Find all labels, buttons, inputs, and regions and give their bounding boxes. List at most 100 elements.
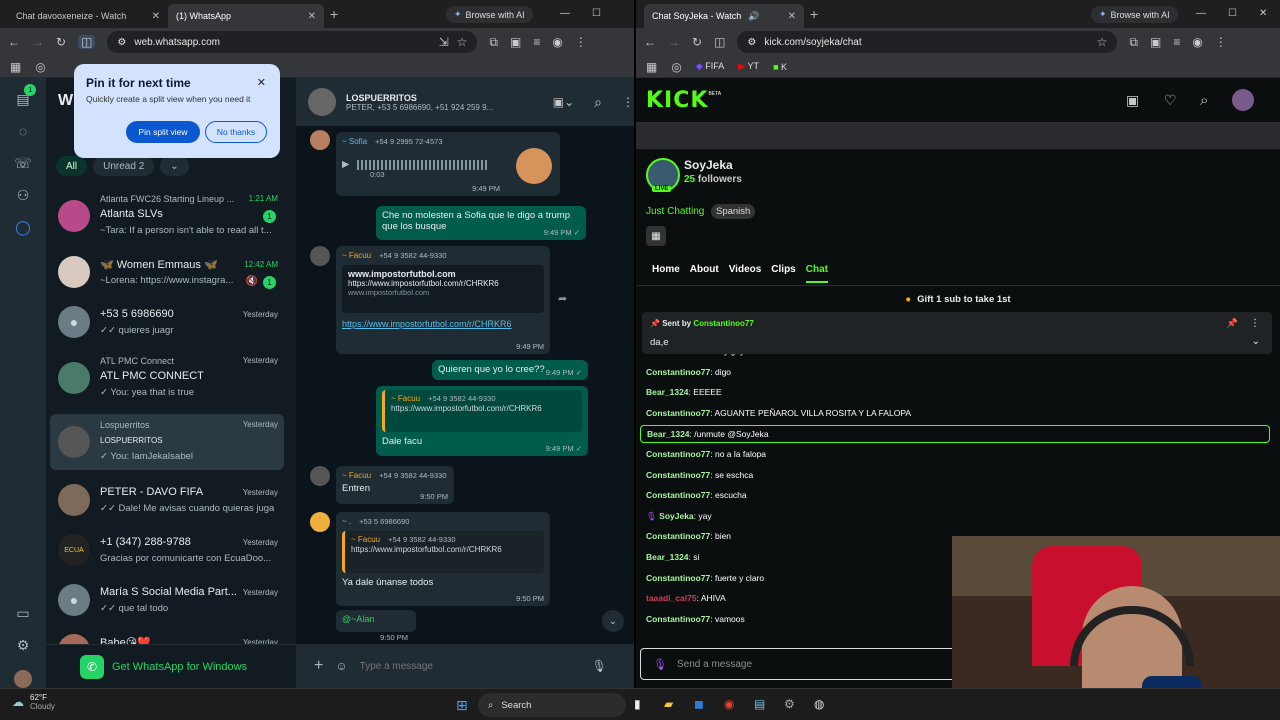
outlook-icon[interactable]: ◼ [694,697,704,711]
apps-grid-icon[interactable]: ▦ [646,61,657,73]
chat-username[interactable]: Constantinoo77 [646,367,710,377]
language-tag[interactable]: Spanish [711,204,756,219]
chat-username[interactable]: SoyJeka [659,511,694,521]
site-info-icon[interactable]: ⚙ [747,37,756,48]
chat-username[interactable]: Constantinoo77 [646,449,710,459]
obs-icon[interactable]: ◍ [814,697,824,711]
forward-icon[interactable]: → [32,36,44,48]
globe-icon[interactable]: ◎ [671,61,681,73]
chat-input-placeholder[interactable]: Send a message [677,659,752,670]
forward-icon[interactable]: → [668,36,680,48]
tab-whatsapp[interactable]: ✆ (1) WhatsApp ✕ [168,4,634,688]
close-window-icon[interactable]: ✕ [1259,8,1267,19]
chat-item[interactable]: ECUA +1 (347) 288-9788 Gracias por comun… [50,522,284,578]
minimize-icon[interactable]: — [560,8,570,19]
bookmark-star-icon[interactable]: ☆ [457,36,468,48]
reading-list-icon[interactable]: ≡ [533,36,540,48]
close-tab-icon[interactable]: ✕ [308,11,316,22]
back-icon[interactable]: ← [644,36,656,48]
gift-icon[interactable]: ▦ [646,226,666,246]
maximize-icon[interactable]: ☐ [1228,8,1237,19]
play-icon[interactable]: ▶ [342,159,349,170]
browse-with-ai-button[interactable]: ✦ Browse with AI [446,6,533,23]
communities-icon[interactable]: ⚇ [17,188,30,202]
channels-icon[interactable]: ☏ [14,156,32,170]
apps-grid-icon[interactable]: ▦ [10,61,21,73]
tab-about[interactable]: About [690,264,719,283]
new-tab-icon[interactable]: + [330,6,338,22]
tab-search-icon[interactable]: ▣ [510,36,521,48]
new-tab-icon[interactable]: + [810,6,818,22]
notepad-icon[interactable]: ▤ [754,697,765,711]
split-view-icon[interactable]: ◫ [714,36,725,48]
close-tab-icon[interactable]: ✕ [152,11,160,22]
chat-username[interactable]: Bear_1324 [646,387,689,397]
emoji-icon[interactable]: ☺ [335,660,347,672]
category-link[interactable]: Just Chatting [646,206,704,217]
maximize-icon[interactable]: ☐ [592,8,601,19]
extensions-icon[interactable]: ⧉ [1129,36,1138,48]
install-icon[interactable]: ⇲ [439,36,449,48]
clip-icon[interactable]: ▣ [1126,93,1139,107]
close-tab-icon[interactable]: ✕ [788,11,796,22]
extensions-icon[interactable]: ⧉ [489,36,498,48]
forward-icon[interactable]: ➦ [558,292,567,305]
chat-item[interactable]: ● +53 5 6986690 ✓✓ quieres juagr Yesterd… [50,294,284,350]
menu-icon[interactable]: ⋮ [575,36,587,48]
browse-with-ai-button[interactable]: ✦ Browse with AI [1091,6,1178,23]
attach-plus-icon[interactable]: + [314,658,323,674]
chat-username[interactable]: Bear_1324 [646,552,689,562]
settings-gear-icon[interactable]: ⚙ [784,697,795,711]
chat-username[interactable]: taaadi_cal75 [646,593,697,603]
globe-icon[interactable]: ◎ [35,61,45,73]
chat-username[interactable]: Bear_1324 [647,429,690,439]
video-call-icon[interactable]: ▣⌄ [553,96,574,108]
chat-username[interactable]: Constantinoo77 [646,354,710,356]
filter-more[interactable]: ⌄ [160,156,189,176]
address-bar[interactable]: ⚙ kick.com/soyjeka/chat ☆ [737,31,1118,53]
more-icon[interactable]: ⋮ [1250,318,1260,329]
conversation-header[interactable]: LOSPUERRITOS PETER, +53 5 6986690, +51 9… [296,78,634,126]
back-icon[interactable]: ← [8,36,20,48]
profile-icon[interactable]: ◉ [1192,36,1202,48]
menu-icon[interactable]: ⋮ [622,96,634,108]
media-icon[interactable]: ▭ [16,606,29,620]
channel-name[interactable]: SoyJeka [684,158,733,172]
microphone-icon[interactable]: 🎙 [592,660,607,672]
split-view-icon[interactable]: ◫ [78,35,96,49]
windows-start-icon[interactable]: ⊞ [456,697,468,714]
quoted-message[interactable]: ~ Facuu +54 9 3582 44-9330 https://www.im… [342,531,544,573]
settings-gear-icon[interactable]: ⚙ [17,638,30,652]
avatar[interactable] [1232,89,1254,111]
stream-preview-strip[interactable] [636,122,1280,150]
search-icon[interactable]: ⌕ [594,95,602,109]
menu-icon[interactable]: ⋮ [1215,36,1227,48]
tab-kick-soyjeka[interactable]: K Chat SoyJeka - Watch Live 🔊 ✕ [644,4,1280,688]
profile-icon[interactable]: ◉ [552,36,562,48]
task-view-icon[interactable]: ▮ [634,697,641,711]
chat-item[interactable]: Atlanta FWC26 Starting Lineup ... Atlant… [50,188,284,244]
quoted-message[interactable]: ~ Facuu +54 9 3582 44-9330 https://www.im… [382,390,582,432]
tab-home[interactable]: Home [652,264,680,283]
chat-username[interactable]: Constantinoo77 [646,614,710,624]
chat-item[interactable]: ATL PMC Connect ATL PMC CONNECT ✓ You: y… [50,350,284,406]
bookmark-yt[interactable]: ▶ YT [738,61,759,72]
chat-username[interactable]: Constantinoo77 [646,490,710,500]
scroll-down-icon[interactable]: ⌄ [602,610,624,632]
heart-icon[interactable]: ♡ [1164,93,1177,107]
chat-item[interactable]: ● María S Social Media Part... ✓✓ que ta… [50,572,284,628]
message-link[interactable]: https://www.impostorfutbol.com/r/CHRKR6 [342,319,544,329]
reload-icon[interactable]: ↻ [692,36,702,48]
pinned-message[interactable]: 📌 Sent by Constantinoo77 da,e 📌 ⋮ ⌄ [642,312,1272,354]
tab-search-icon[interactable]: ▣ [1150,36,1161,48]
chat-item[interactable]: PETER - DAVO FIFA ✓✓ Dale! Me avisas cua… [50,472,284,528]
taskbar-search[interactable]: ⌕ Search [478,693,626,717]
reading-list-icon[interactable]: ≡ [1173,36,1180,48]
tab-clips[interactable]: Clips [771,264,795,283]
chats-icon[interactable]: ▤ 1 [16,84,37,106]
unpin-icon[interactable]: 📌 [1227,318,1238,329]
no-thanks-button[interactable]: No thanks [205,121,267,143]
reload-icon[interactable]: ↻ [56,36,66,48]
chat-username[interactable]: Constantinoo77 [646,531,710,541]
bookmark-fifa[interactable]: ◆ FIFA [696,61,724,72]
